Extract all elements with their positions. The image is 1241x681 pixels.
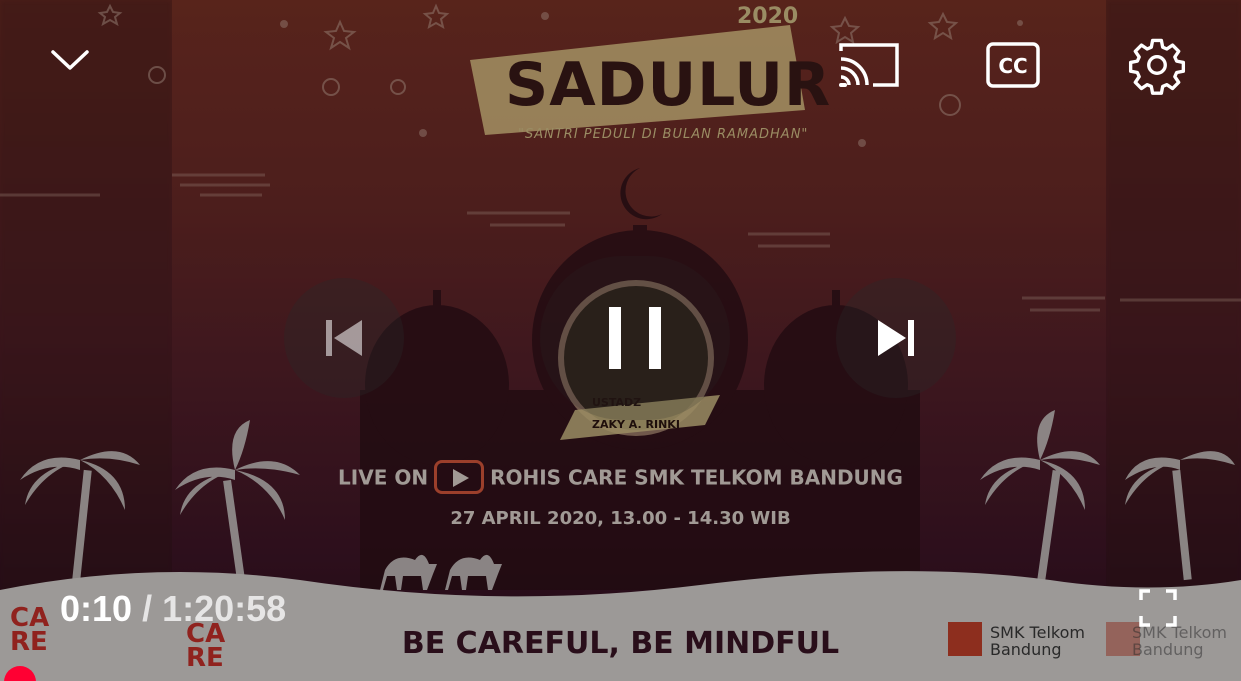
next-button[interactable] <box>836 278 956 398</box>
current-time: 0:10 <box>60 588 133 629</box>
minimize-button[interactable] <box>40 30 100 90</box>
chevron-down-icon <box>51 50 89 70</box>
cc-icon: CC <box>986 42 1040 88</box>
settings-button[interactable] <box>1122 32 1192 98</box>
pause-icon <box>609 307 661 369</box>
gear-icon <box>1128 38 1186 95</box>
fullscreen-button[interactable] <box>1130 580 1186 636</box>
duration: 1:20:58 <box>162 588 287 629</box>
skip-next-icon <box>878 320 914 356</box>
video-player[interactable]: 2020 SADULUR "SANTRI PEDULI DI BULAN RAM… <box>0 0 1241 681</box>
time-separator: / <box>142 588 153 629</box>
time-display: 0:10 / 1:20:58 <box>60 588 286 630</box>
cast-button[interactable] <box>830 32 908 98</box>
previous-button[interactable] <box>284 278 404 398</box>
play-pause-button[interactable] <box>540 256 730 420</box>
fullscreen-icon <box>1139 589 1177 627</box>
cc-label: CC <box>998 54 1027 78</box>
cast-icon <box>839 43 899 87</box>
captions-button[interactable]: CC <box>982 36 1044 94</box>
skip-previous-icon <box>326 320 362 356</box>
